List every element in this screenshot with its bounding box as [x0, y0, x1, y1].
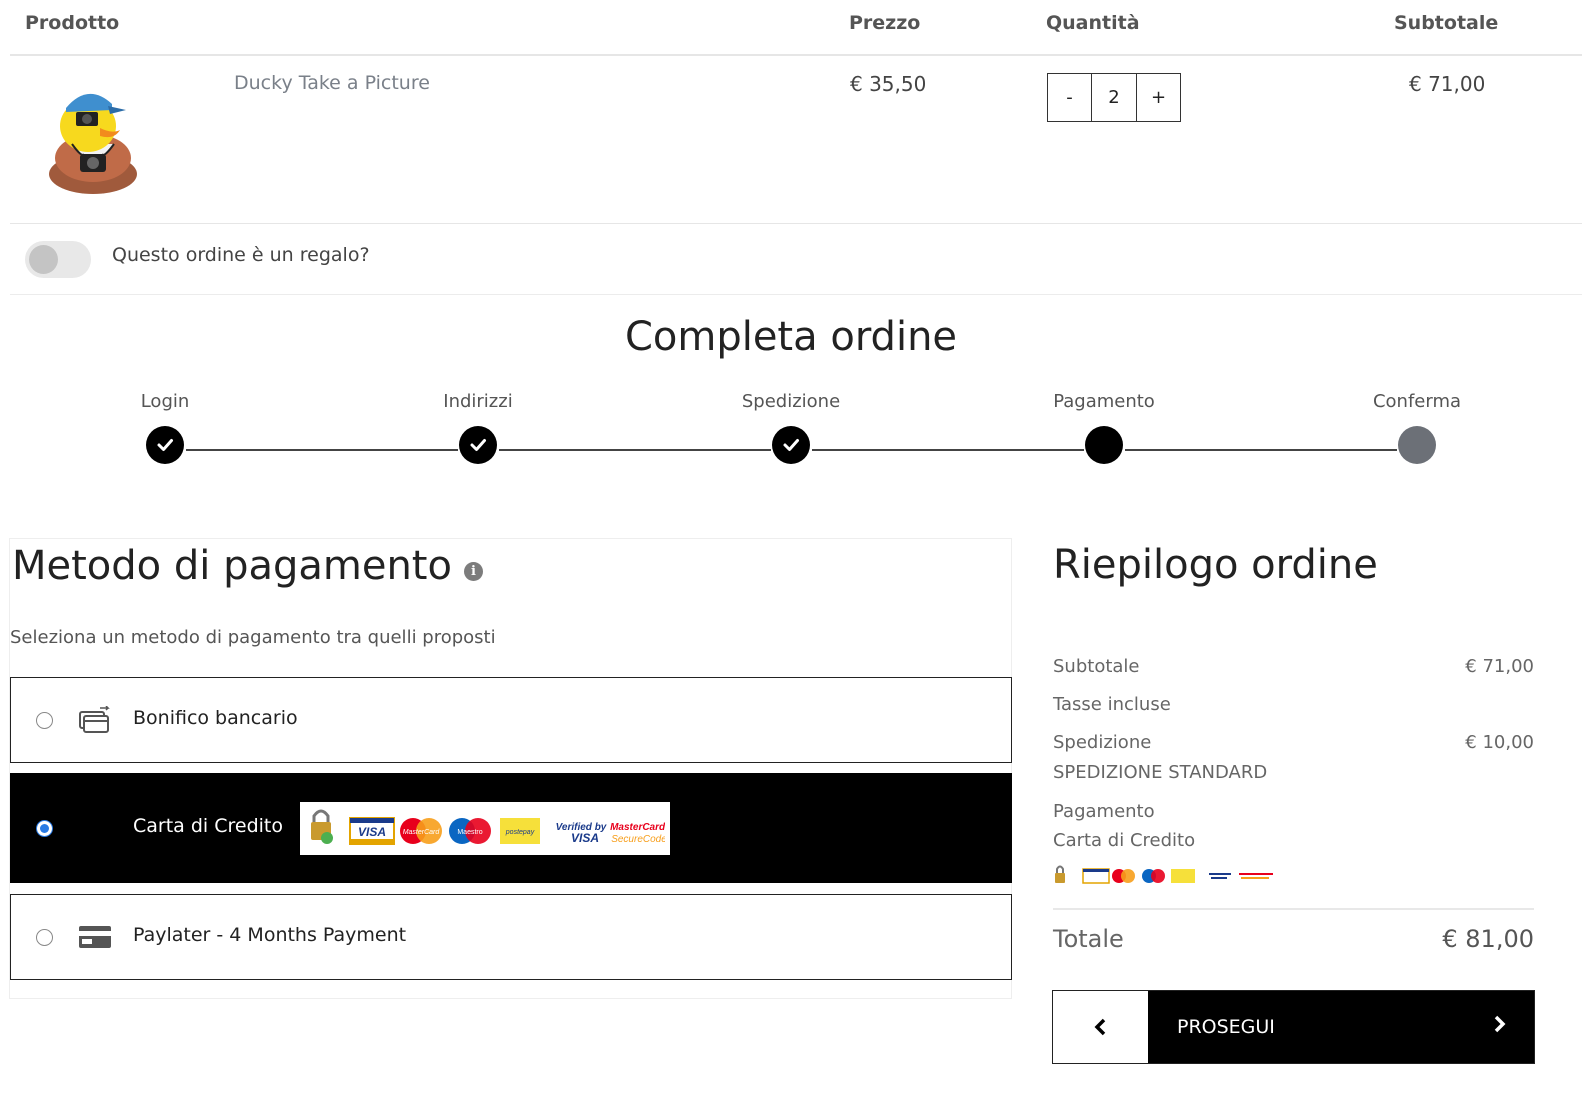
paylater-label: Paylater - 4 Months Payment	[133, 924, 407, 946]
bank-transfer-label: Bonifico bancario	[133, 707, 298, 729]
info-icon[interactable]: i	[463, 561, 483, 581]
header-quantity: Quantità	[1046, 12, 1140, 34]
summary-shipping-value: € 10,00	[1465, 732, 1534, 753]
summary-taxes-label: Tasse incluse	[1053, 694, 1171, 715]
qty-increase-button[interactable]: +	[1137, 74, 1180, 121]
summary-subtotal-label: Subtotale	[1053, 656, 1140, 677]
card-logo-text: postepay	[505, 829, 535, 836]
payment-option-credit-card[interactable]: Carta di Credito VISA MasterCard Maestro…	[10, 773, 1012, 883]
checkout-title: Completa ordine	[624, 314, 958, 360]
payment-method-panel: Metodo di pagamento i Seleziona un metod…	[9, 538, 1012, 999]
product-subtotal: € 71,00	[1409, 72, 1486, 96]
summary-shipping-method-row: SPEDIZIONE STANDARD	[1053, 762, 1534, 783]
payment-title: Metodo di pagamento i	[12, 543, 483, 589]
header-product: Prodotto	[25, 12, 120, 34]
bank-transfer-icon	[78, 705, 112, 734]
current-step-dot	[1085, 426, 1123, 464]
summary-shipping-method: SPEDIZIONE STANDARD	[1053, 762, 1268, 783]
summary-title: Riepilogo ordine	[1053, 542, 1378, 588]
check-icon	[772, 426, 810, 464]
step-label: Conferma	[1372, 391, 1462, 412]
proceed-button[interactable]: PROSEGUI	[1148, 991, 1534, 1063]
step-label: Login	[140, 391, 190, 412]
header-subtotal: Subtotale	[1394, 12, 1499, 34]
product-price: € 35,50	[850, 72, 927, 96]
summary-total-value: € 81,00	[1442, 925, 1534, 953]
step-label: Indirizzi	[443, 391, 513, 412]
product-name-link[interactable]: Ducky Take a Picture	[234, 72, 430, 94]
proceed-label: PROSEGUI	[1177, 1016, 1275, 1038]
step-login[interactable]: Login	[65, 388, 265, 464]
card-logo-text: MasterCard	[403, 829, 441, 836]
step-label: Spedizione	[741, 391, 841, 412]
summary-subtotal-value: € 71,00	[1465, 656, 1534, 677]
summary-taxes-row: Tasse incluse	[1053, 694, 1534, 715]
summary-card-logos	[1053, 864, 1279, 892]
check-icon	[459, 426, 497, 464]
checkout-nav: PROSEGUI	[1052, 990, 1535, 1064]
step-spedizione[interactable]: Spedizione	[691, 388, 891, 464]
summary-payment-row: Pagamento	[1053, 801, 1534, 822]
step-label: Pagamento	[1053, 391, 1155, 412]
card-logo-text: VISA	[358, 825, 386, 839]
summary-total-label: Totale	[1053, 925, 1124, 953]
qty-decrease-button[interactable]: -	[1048, 74, 1091, 121]
card-icon	[78, 924, 112, 952]
payment-subtitle: Seleziona un metodo di pagamento tra que…	[10, 627, 496, 648]
qty-input[interactable]: 2	[1091, 74, 1137, 121]
summary-payment-method: Carta di Credito	[1053, 830, 1196, 851]
summary-payment-label: Pagamento	[1053, 801, 1155, 822]
header-price: Prezzo	[849, 12, 921, 34]
gift-option-row: Questo ordine è un regalo?	[10, 224, 1582, 295]
step-indirizzi[interactable]: Indirizzi	[378, 388, 578, 464]
gift-label: Questo ordine è un regalo?	[112, 244, 370, 266]
quantity-stepper: - 2 +	[1047, 73, 1181, 122]
card-logo-text: SecureCode	[611, 834, 665, 845]
cart-table-header: Prodotto Prezzo Quantità Subtotale	[10, 0, 1582, 56]
summary-subtotal-row: Subtotale € 71,00	[1053, 656, 1534, 677]
checkout-stepper: Login Indirizzi Spedizione Pagamento Con…	[0, 388, 1582, 468]
payment-title-text: Metodo di pagamento	[12, 543, 452, 589]
card-logo-text: VISA	[571, 831, 599, 845]
chevron-left-icon	[1094, 1018, 1105, 1036]
credit-card-logos: VISA MasterCard Maestro postepay Verifie…	[300, 802, 670, 855]
gift-toggle[interactable]	[25, 241, 91, 278]
step-pagamento: Pagamento	[1004, 388, 1204, 464]
summary-payment-method-row: Carta di Credito	[1053, 830, 1534, 851]
step-conferma: Conferma	[1317, 388, 1517, 464]
pending-step-dot	[1398, 426, 1436, 464]
credit-card-label: Carta di Credito	[133, 815, 283, 837]
summary-divider	[1053, 908, 1534, 910]
radio-bank-transfer[interactable]	[36, 712, 53, 729]
back-button[interactable]	[1053, 991, 1148, 1063]
summary-shipping-row: Spedizione € 10,00	[1053, 732, 1534, 753]
card-logo-text: MasterCard.	[610, 822, 665, 833]
card-logo-text: Maestro	[457, 829, 482, 836]
card-logos-icon	[1055, 865, 1273, 884]
product-image[interactable]	[28, 74, 158, 204]
payment-option-bank-transfer[interactable]: Bonifico bancario	[10, 677, 1012, 763]
radio-credit-card[interactable]	[36, 820, 53, 837]
summary-shipping-label: Spedizione	[1053, 732, 1152, 753]
chevron-right-icon	[1494, 1015, 1506, 1033]
cart-item-row: Ducky Take a Picture € 35,50 - 2 + € 71,…	[10, 56, 1582, 224]
check-icon	[146, 426, 184, 464]
card-logos-icon: VISA MasterCard Maestro postepay Verifie…	[311, 809, 665, 845]
payment-option-paylater[interactable]: Paylater - 4 Months Payment	[10, 894, 1012, 980]
radio-paylater[interactable]	[36, 929, 53, 946]
summary-total-row: Totale € 81,00	[1053, 925, 1534, 953]
toggle-knob	[29, 245, 58, 274]
